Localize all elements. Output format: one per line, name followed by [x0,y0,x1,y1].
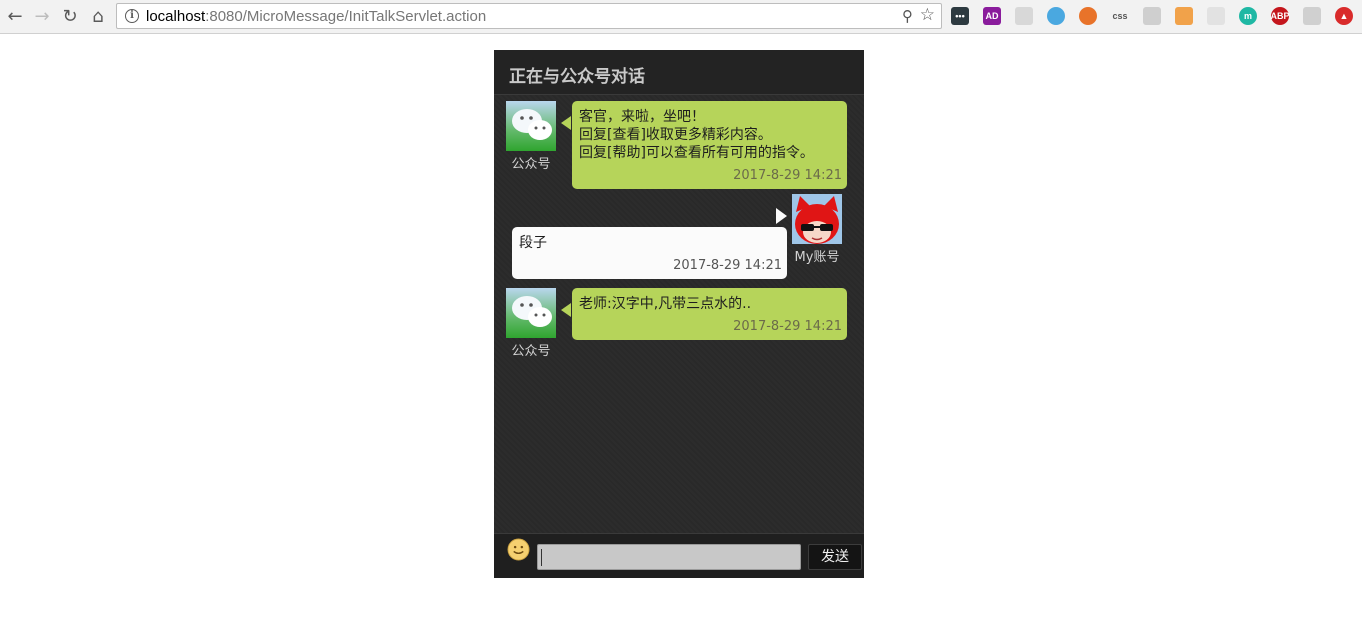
address-url[interactable]: localhost:8080/MicroMessage/InitTalkServ… [146,8,486,25]
official-label: 公众号 [511,344,551,359]
message-line: 回复[查看]收取更多精彩内容。 [579,127,772,143]
home-icon[interactable]: ⌂ [86,4,110,28]
bookmark-star-icon[interactable]: ☆ [920,5,935,25]
red-extension-icon[interactable]: ▲ [1335,7,1353,25]
message-time: 2017-8-29 14:21 [673,258,782,273]
official-avatar [506,101,556,151]
send-button[interactable]: 发送 [808,544,862,570]
address-bar[interactable]: i localhost:8080/MicroMessage/InitTalkSe… [116,3,942,29]
official-label: 公众号 [511,157,551,172]
bubble-tail [561,303,571,317]
message-line: 段子 [519,235,547,251]
chat-header: 正在与公众号对话 [494,50,864,95]
message-line: 客官，来啦，坐吧！ [579,109,705,125]
chat-footer: 发送 [494,533,864,578]
ad-extension-icon[interactable]: AD [983,7,1001,25]
bubble-tail [561,116,571,130]
message-line: 回复[帮助]可以查看所有可用的指令。 [579,145,814,161]
official-avatar [506,288,556,338]
chat-panel: 正在与公众号对话 公众号 客官，来啦，坐吧！ 回复[查看]收取更多精彩内容。 回… [494,50,864,578]
browser-toolbar: ← → ↻ ⌂ i localhost:8080/MicroMessage/In… [0,0,1362,34]
bubble-tail [776,208,787,224]
my-avatar [792,194,842,244]
chat-title: 正在与公众号对话 [509,67,645,87]
wechat-logo-icon [506,101,556,151]
dots-extension-icon[interactable]: ••• [951,7,969,25]
message-bubble: 段子 2017-8-29 14:21 [512,227,787,279]
reload-icon[interactable]: ↻ [58,4,82,28]
lifebuoy-extension-icon[interactable] [1079,7,1097,25]
abp-extension-icon[interactable]: ABP [1271,7,1290,25]
zoom-icon[interactable]: ⚲ [902,7,913,25]
message-time: 2017-8-29 14:21 [733,168,842,183]
url-host: localhost [146,8,206,25]
css-extension-icon[interactable]: css [1111,7,1129,25]
shield-extension-icon[interactable] [1143,7,1161,25]
emoji-smiley-icon[interactable] [507,538,530,561]
back-arrow-icon[interactable]: ← [3,4,27,28]
vimium-extension-icon[interactable] [1047,7,1065,25]
grey-extension-icon[interactable] [1207,7,1225,25]
forward-arrow-icon[interactable]: → [30,4,54,28]
tree-extension-icon[interactable] [1303,7,1321,25]
url-path: :8080/MicroMessage/InitTalkServlet.actio… [205,8,487,25]
text-caret [541,549,542,566]
circle-extension-icon[interactable] [1015,7,1033,25]
wechat-logo-icon [506,288,556,338]
my-label: My账号 [794,250,840,265]
message-input[interactable] [537,544,801,570]
fox-avatar-icon [792,194,842,244]
info-icon[interactable]: i [125,9,139,23]
message-line: 老师:汉字中,凡带三点水的.. [579,296,752,312]
m-extension-icon[interactable]: m [1239,7,1257,25]
face-extension-icon[interactable] [1175,7,1193,25]
message-bubble: 客官，来啦，坐吧！ 回复[查看]收取更多精彩内容。 回复[帮助]可以查看所有可用… [572,101,847,189]
message-time: 2017-8-29 14:21 [733,319,842,334]
message-bubble: 老师:汉字中,凡带三点水的.. 2017-8-29 14:21 [572,288,847,340]
